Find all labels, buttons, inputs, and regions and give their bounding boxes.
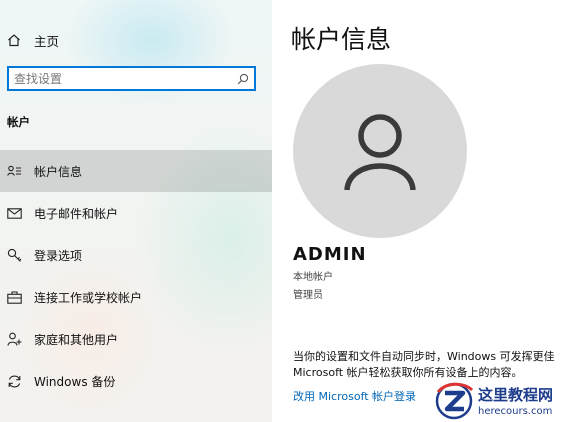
sidebar-item-family-users[interactable]: 家庭和其他用户 — [0, 318, 272, 360]
home-icon — [6, 32, 22, 48]
search-icon[interactable] — [232, 68, 254, 89]
user-name: ADMIN — [293, 244, 367, 265]
sync-icon — [6, 373, 22, 389]
sidebar-item-windows-backup[interactable]: Windows 备份 — [0, 360, 272, 402]
watermark: 这里教程网 herecours.com — [432, 378, 580, 422]
account-type: 本地帐户 — [293, 272, 333, 283]
sidebar-item-work-school[interactable]: 连接工作或学校帐户 — [0, 276, 272, 318]
sidebar-nav: 帐户信息 电子邮件和帐户 登录选项 连接工作或学校帐户 家庭和其他用户 Wind… — [0, 150, 272, 402]
sidebar-item-label: Windows 备份 — [34, 374, 116, 389]
search-box[interactable] — [7, 66, 256, 91]
account-info-icon — [6, 163, 22, 179]
home-label: 主页 — [34, 33, 60, 49]
sidebar-item-label: 电子邮件和帐户 — [34, 206, 119, 221]
microsoft-account-link[interactable]: 改用 Microsoft 帐户登录 — [293, 388, 416, 404]
sidebar-item-label: 帐户信息 — [34, 164, 83, 179]
sidebar-item-label: 连接工作或学校帐户 — [34, 290, 143, 305]
user-role: 管理员 — [293, 290, 323, 301]
mail-icon — [6, 205, 22, 221]
key-icon — [6, 247, 22, 263]
sidebar-item-label: 家庭和其他用户 — [34, 332, 119, 347]
watermark-text: 这里教程网 — [478, 385, 554, 404]
search-input[interactable] — [9, 68, 232, 89]
main-content: 帐户信息 ADMIN 本地帐户 管理员 当你的设置和文件自动同步时，Window… — [272, 0, 580, 422]
sidebar: 主页 帐户 帐户信息 电子邮件和帐户 登录选项 — [0, 0, 272, 422]
section-title: 帐户 — [7, 115, 30, 129]
sidebar-item-sign-in-options[interactable]: 登录选项 — [0, 234, 272, 276]
watermark-logo-icon — [435, 382, 474, 420]
sidebar-item-account-info[interactable]: 帐户信息 — [0, 150, 272, 192]
person-add-icon — [6, 331, 22, 347]
briefcase-icon — [6, 289, 22, 305]
page-title: 帐户信息 — [291, 25, 392, 54]
sidebar-item-email-accounts[interactable]: 电子邮件和帐户 — [0, 192, 272, 234]
sync-description-line1: 当你的设置和文件自动同步时，Windows 可发挥更佳 — [293, 350, 555, 363]
home-nav-item[interactable]: 主页 — [6, 30, 59, 50]
watermark-url: herecours.com — [478, 405, 553, 417]
sidebar-item-label: 登录选项 — [34, 248, 83, 263]
user-avatar-icon — [344, 114, 416, 191]
avatar — [293, 64, 467, 238]
